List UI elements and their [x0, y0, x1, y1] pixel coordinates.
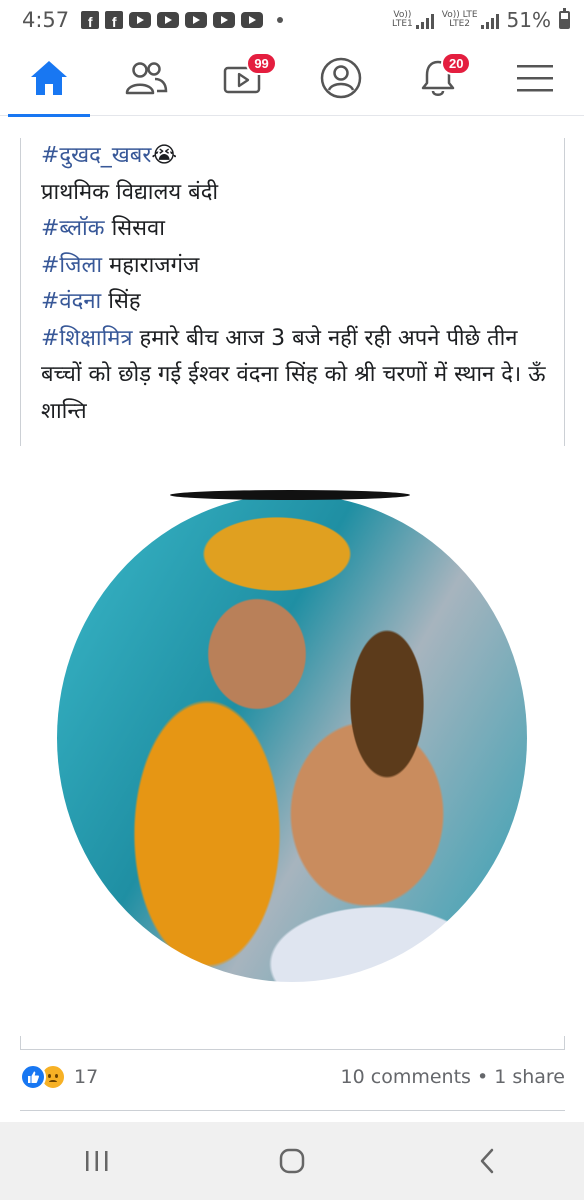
signal-bars-icon: [480, 13, 499, 29]
youtube-notification-icon: [185, 12, 208, 28]
post-line-text: सिसवा: [104, 216, 165, 241]
photo-edge-shadow: [170, 490, 410, 500]
post-line-text: प्राथमिक विद्यालय बंदी: [41, 179, 219, 205]
nav-home[interactable]: [4, 40, 94, 117]
hashtag-link[interactable]: #दुखद_खबर: [41, 143, 151, 168]
post-line: #वंदना सिंह: [41, 284, 554, 321]
post-line: प्राथमिक विद्यालय बंदी: [41, 175, 554, 212]
nav-friends[interactable]: [101, 40, 191, 116]
sim2-signal: Vo)) LTE LTE2: [442, 11, 499, 29]
youtube-notification-icon: [213, 12, 236, 28]
nav-notifications[interactable]: 20: [393, 40, 483, 116]
facebook-notification-icon: f: [105, 11, 124, 29]
post-line: #जिला महाराजगंज: [41, 248, 554, 285]
thumbs-up-icon: [28, 1071, 39, 1083]
youtube-notification-icon: [157, 12, 180, 28]
nav-menu[interactable]: [490, 40, 580, 116]
post-text: #दुखद_खबर😭 प्राथमिक विद्यालय बंदी #ब्लॉक…: [20, 138, 565, 446]
hamburger-menu-icon: [517, 64, 554, 91]
hashtag-link[interactable]: #वंदना: [41, 289, 101, 314]
friends-icon: [125, 61, 168, 94]
sim1-lte-label: LTE1: [392, 19, 413, 29]
hashtag-link[interactable]: #जिला: [41, 253, 102, 278]
reactions-divider: [20, 1110, 565, 1111]
profile-icon: [320, 57, 361, 98]
nav-watch[interactable]: 99: [198, 40, 288, 116]
circular-portrait-photo[interactable]: [57, 494, 527, 982]
battery-percent: 51%: [506, 8, 551, 32]
post-line: #ब्लॉक सिसवा: [41, 211, 554, 248]
recent-apps-icon: [86, 1151, 108, 1171]
home-button[interactable]: [252, 1131, 332, 1191]
post-divider: [20, 1036, 565, 1050]
more-notifications-dot-icon: [277, 17, 284, 23]
reaction-count[interactable]: 17: [74, 1066, 98, 1088]
watch-notification-badge: 99: [246, 51, 277, 75]
back-chevron-icon: [480, 1148, 493, 1174]
notification-icons: f f: [81, 11, 284, 29]
system-nav-bar: [0, 1122, 584, 1200]
post-line-text: सिंह: [101, 289, 141, 314]
youtube-notification-icon: [241, 12, 264, 28]
signal-bars-icon: [415, 13, 434, 29]
youtube-notification-icon: [129, 12, 152, 28]
reactions-bar: 17 10 comments • 1 share: [20, 1058, 565, 1096]
battery-icon: [559, 8, 570, 29]
back-button[interactable]: [447, 1131, 527, 1191]
notifications-badge: 20: [440, 51, 472, 75]
status-bar: 4:57 f f Vo)) LTE1 Vo)) LTE LTE2 51%: [0, 0, 584, 40]
facebook-notification-icon: f: [81, 11, 100, 29]
like-reaction-icon[interactable]: [20, 1064, 46, 1090]
nav-profile[interactable]: [296, 40, 386, 116]
sim1-signal: Vo)) LTE1: [392, 11, 434, 29]
post-line: #दुखद_खबर😭: [41, 138, 554, 175]
post-image[interactable]: [0, 462, 584, 1022]
post-line: #शिक्षामित्र हमारे बीच आज 3 बजे नहीं रही…: [41, 321, 554, 431]
comments-shares-count[interactable]: 10 comments • 1 share: [341, 1066, 565, 1088]
recent-apps-button[interactable]: [57, 1131, 137, 1191]
top-nav: 99 20: [0, 40, 584, 117]
home-icon: [30, 60, 67, 95]
sim2-lte-label: LTE2: [449, 19, 470, 29]
crying-emoji: 😭: [151, 143, 178, 168]
home-circle-icon: [279, 1148, 305, 1174]
post-line-text: महाराजगंज: [102, 252, 200, 278]
hashtag-link[interactable]: #शिक्षामित्र: [41, 326, 133, 351]
hashtag-link[interactable]: #ब्लॉक: [41, 216, 105, 241]
status-time: 4:57: [22, 8, 70, 32]
